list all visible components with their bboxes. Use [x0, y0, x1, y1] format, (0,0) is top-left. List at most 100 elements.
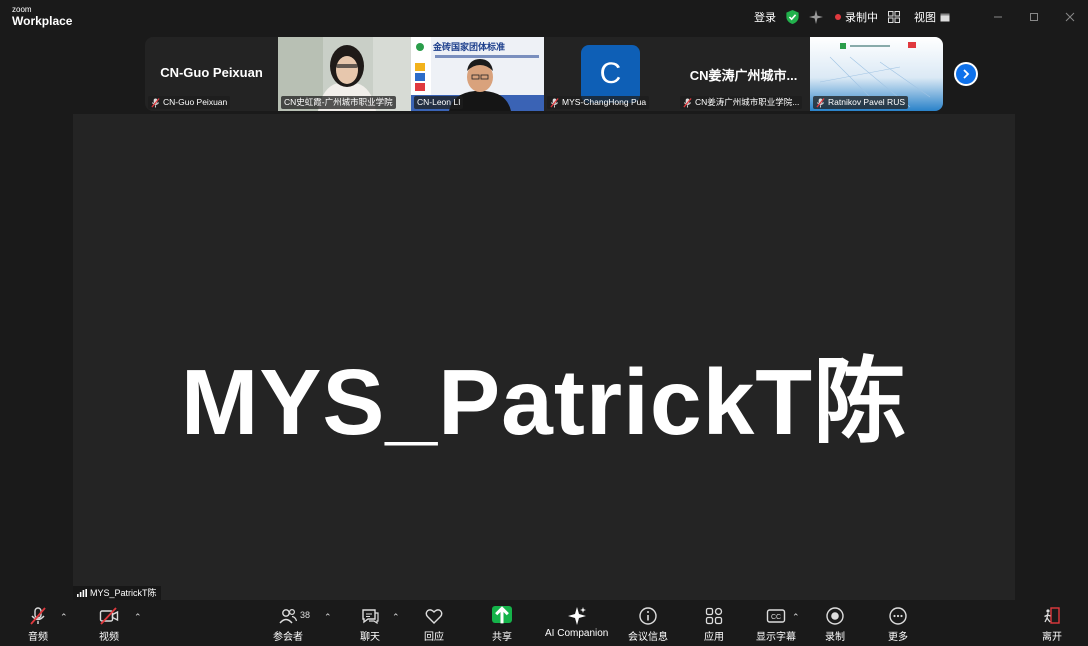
audio-button[interactable]: 音频 [28, 606, 48, 643]
video-options-caret-icon[interactable]: ⌃ [134, 612, 142, 623]
avatar: C [581, 45, 640, 103]
participant-tile[interactable]: CN史虹霞-广州城市职业学院 [278, 37, 411, 111]
ai-companion-button[interactable]: AI Companion [545, 606, 608, 639]
closed-captions-icon: CC [766, 609, 786, 623]
share-label: 共享 [492, 632, 512, 643]
meeting-toolbar: 音频 ⌃ 视频 ⌃ 参会者 38 ⌃ 聊天 ⌃ 回应 共享 AI Compani… [0, 600, 1088, 646]
mic-muted-icon [30, 607, 46, 625]
speaker-label: MYS_PatrickT陈 [73, 586, 161, 600]
info-icon [639, 607, 657, 625]
gallery-grid-icon[interactable] [888, 11, 900, 23]
more-options-icon [889, 607, 907, 625]
avatar-letter: C [599, 57, 622, 90]
mic-muted-icon [550, 97, 559, 107]
participant-tile[interactable]: C MYS-ChangHong Pua [544, 37, 677, 111]
speaker-name: MYS_PatrickT陈 [180, 350, 908, 454]
recording-dot-icon [835, 14, 841, 20]
leave-door-icon [1044, 607, 1060, 624]
video-off-icon [99, 607, 119, 625]
participant-tile[interactable]: Ratnikov Pavel RUS [810, 37, 943, 111]
participant-tile[interactable]: CN姜涛广州城市... CN姜涛广州城市职业学院... [677, 37, 810, 111]
participant-filmstrip: CN-Guo Peixuan CN-Guo Peixuan CN史虹霞-广州城市… [145, 37, 943, 111]
mic-muted-icon [151, 97, 160, 107]
share-screen-icon [492, 605, 512, 623]
security-shield-icon[interactable] [786, 10, 799, 24]
react-button[interactable]: 回应 [424, 606, 444, 643]
participant-label-text: CN-Guo Peixuan [163, 97, 228, 107]
more-label: 更多 [888, 632, 908, 643]
slide-title: 金砖国家团体标准 [433, 42, 506, 52]
mic-muted-icon [816, 97, 825, 107]
participant-label: CN史虹霞-广州城市职业学院 [281, 96, 396, 109]
ai-sparkle-icon[interactable] [809, 10, 823, 24]
meeting-info-label: 会议信息 [628, 632, 668, 643]
participant-label-text: CN史虹霞-广州城市职业学院 [284, 97, 393, 107]
participants-options-caret-icon[interactable]: ⌃ [324, 612, 332, 623]
participants-label: 参会者 [273, 632, 303, 643]
record-icon [826, 607, 844, 625]
chat-options-caret-icon[interactable]: ⌃ [392, 612, 400, 623]
participant-label-text: Ratnikov Pavel RUS [828, 97, 906, 107]
apps-label: 应用 [704, 632, 724, 643]
chevron-right-icon [963, 69, 970, 79]
zoom-workplace-logo: zoom Workplace [12, 5, 73, 28]
mic-muted-icon [683, 97, 692, 107]
participant-label: CN-Guo Peixuan [148, 96, 231, 109]
record-button[interactable]: 录制 [825, 606, 845, 643]
share-button[interactable]: 共享 [492, 605, 512, 643]
participant-label: CN-Leon LI [414, 96, 464, 109]
participant-tile[interactable]: 金砖国家团体标准 CN-Leon LI [411, 37, 544, 111]
participant-label-text: MYS-ChangHong Pua [562, 97, 647, 107]
brand-bottom: Workplace [12, 14, 73, 28]
speaker-label-text: MYS_PatrickT陈 [90, 588, 157, 598]
view-layout-icon [940, 13, 950, 21]
more-button[interactable]: 更多 [888, 606, 908, 643]
title-bar: zoom Workplace 登录 录制中 视图 [0, 0, 1088, 36]
heart-icon [425, 609, 443, 624]
participant-name-card: CN姜涛广州城市... [689, 68, 798, 83]
login-button[interactable]: 登录 [754, 9, 776, 25]
close-icon [1065, 12, 1075, 22]
audio-options-caret-icon[interactable]: ⌃ [60, 612, 68, 623]
leave-label: 离开 [1042, 632, 1062, 643]
participant-name-card: CN-Guo Peixuan [160, 65, 263, 80]
participant-label: MYS-ChangHong Pua [547, 96, 650, 109]
meeting-info-button[interactable]: 会议信息 [628, 606, 668, 643]
video-button[interactable]: 视频 [99, 606, 119, 643]
participant-tile[interactable]: CN-Guo Peixuan CN-Guo Peixuan [145, 37, 278, 111]
video-label: 视频 [99, 632, 119, 643]
maximize-button[interactable] [1016, 0, 1052, 34]
filmstrip-next-button[interactable] [954, 62, 978, 86]
recording-indicator[interactable]: 录制中 [835, 9, 878, 25]
participant-label: CN姜涛广州城市职业学院... [680, 96, 803, 109]
participants-button[interactable]: 参会者 [273, 606, 303, 643]
participant-label: Ratnikov Pavel RUS [813, 96, 909, 109]
leave-button[interactable]: 离开 [1042, 606, 1062, 643]
close-button[interactable] [1052, 0, 1088, 34]
svg-text:CC: CC [771, 614, 781, 621]
view-label: 视图 [914, 12, 936, 24]
captions-options-caret-icon[interactable]: ⌃ [792, 612, 800, 623]
maximize-icon [1030, 13, 1038, 21]
minimize-button[interactable] [980, 0, 1016, 34]
recording-label: 录制中 [845, 12, 878, 24]
audio-label: 音频 [28, 632, 48, 643]
ai-sparkle-icon [567, 607, 586, 625]
view-button[interactable]: 视图 [914, 9, 950, 25]
chat-icon [362, 609, 379, 625]
apps-icon [705, 607, 723, 625]
participants-count: 38 [300, 610, 311, 620]
active-speaker-view[interactable]: MYS_PatrickT陈 MYS_PatrickT陈 [73, 114, 1015, 600]
chat-button[interactable]: 聊天 [360, 606, 380, 643]
ai-companion-label: AI Companion [545, 628, 609, 639]
apps-button[interactable]: 应用 [704, 606, 724, 643]
brand-top: zoom [12, 5, 32, 14]
chat-label: 聊天 [360, 632, 380, 643]
react-label: 回应 [424, 632, 444, 643]
captions-label: 显示字幕 [756, 632, 796, 643]
arrow-up-icon [495, 605, 509, 623]
minimize-icon [994, 16, 1002, 18]
participant-label-text: CN姜涛广州城市职业学院... [695, 97, 800, 107]
captions-button[interactable]: CC 显示字幕 [756, 606, 796, 643]
signal-bars-icon [77, 589, 87, 597]
